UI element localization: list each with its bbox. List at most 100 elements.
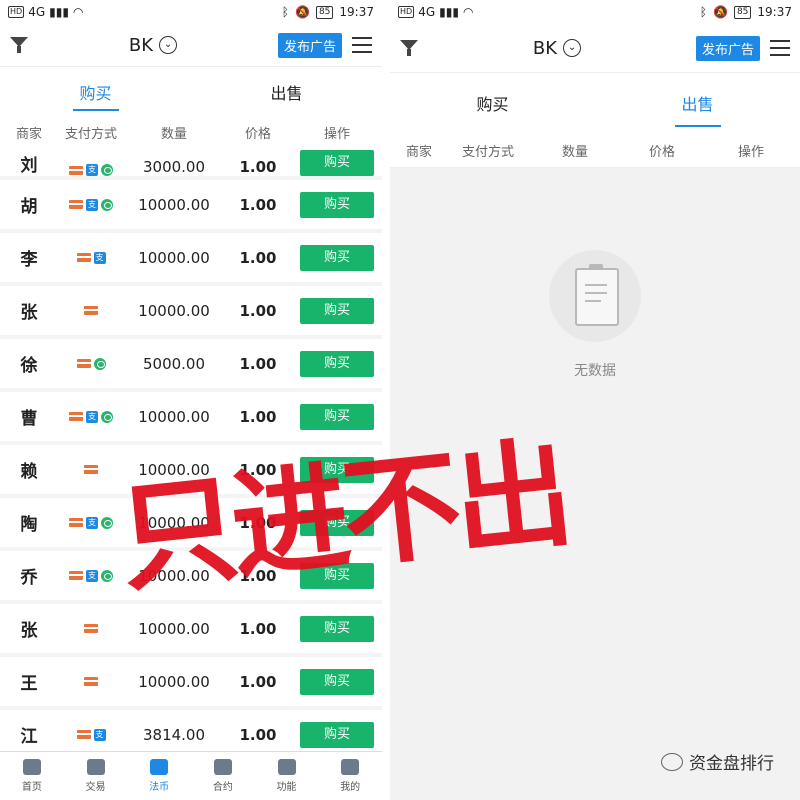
tab-buy[interactable]: 购买 bbox=[0, 67, 191, 117]
price: 1.00 bbox=[239, 302, 277, 320]
tab-sell[interactable]: 出售 bbox=[595, 73, 800, 133]
table-row: 徐 5000.00 1.00 购买 bbox=[0, 339, 382, 388]
alipay-icon: 支 bbox=[93, 728, 106, 741]
nav-item[interactable]: 功能 bbox=[255, 752, 319, 800]
price: 1.00 bbox=[239, 567, 277, 585]
wechat-pay-icon bbox=[93, 357, 106, 370]
payment-methods: 支 bbox=[58, 251, 124, 264]
nav-item[interactable]: 首页 bbox=[0, 752, 64, 800]
quantity: 10000.00 bbox=[138, 302, 210, 320]
alipay-icon: 支 bbox=[86, 198, 98, 211]
quantity: 10000.00 bbox=[138, 249, 210, 267]
buy-button[interactable]: 购买 bbox=[300, 244, 374, 271]
bank-card-icon bbox=[69, 165, 83, 175]
nav-label: 交易 bbox=[85, 782, 106, 793]
publish-ad-button[interactable]: 发布广告 bbox=[695, 35, 760, 61]
bank-card-icon bbox=[76, 253, 91, 262]
col-quantity: 数量 bbox=[160, 126, 187, 142]
tab-buy[interactable]: 购买 bbox=[390, 73, 595, 133]
signal-text: 4G bbox=[418, 5, 436, 19]
nav-item[interactable]: 我的 bbox=[318, 752, 382, 800]
alipay-icon: 支 bbox=[86, 410, 98, 423]
nav-item[interactable]: 合约 bbox=[191, 752, 255, 800]
nav-item[interactable]: 法币 bbox=[127, 752, 191, 800]
quantity: 10000.00 bbox=[138, 620, 210, 638]
battery-icon: 85 bbox=[733, 5, 752, 19]
alipay-icon: 支 bbox=[86, 516, 98, 529]
table-row: 王 10000.00 1.00 购买 bbox=[0, 657, 382, 706]
trade-tabs: 购买 出售 bbox=[390, 72, 800, 133]
bluetooth-icon: ᛒ bbox=[699, 5, 707, 19]
price: 1.00 bbox=[239, 408, 277, 426]
column-header: 商家 支付方式 数量 价格 操作 bbox=[0, 117, 382, 148]
hd-badge: HD bbox=[8, 6, 25, 18]
divider bbox=[382, 0, 390, 800]
nav-label: 法币 bbox=[149, 782, 170, 793]
status-bar: HD 4G ▮▮▮ ◠ ᛒ 🔕 85 19:37 bbox=[390, 0, 800, 24]
menu-icon[interactable] bbox=[769, 40, 790, 56]
bank-card-icon bbox=[76, 359, 91, 368]
bank-card-icon bbox=[84, 624, 98, 633]
price: 1.00 bbox=[239, 673, 277, 691]
bank-card-icon bbox=[69, 412, 83, 421]
merchant-name: 刘 bbox=[20, 156, 38, 176]
currency-selector[interactable]: BK ⌄ bbox=[129, 35, 178, 56]
offer-list[interactable]: 刘支 3000.00 1.00 购买胡支 10000.00 1.00 购买李支 10000.0… bbox=[0, 146, 382, 752]
signal-icon: ▮▮▮ bbox=[439, 5, 459, 19]
bottom-nav: 首页 交易 法币 合约 功能 我的 bbox=[0, 751, 382, 800]
merchant-name: 王 bbox=[20, 674, 38, 694]
merchant-name: 陶 bbox=[20, 515, 38, 535]
tab-sell[interactable]: 出售 bbox=[191, 67, 382, 117]
buy-button[interactable]: 购买 bbox=[300, 668, 374, 695]
table-row: 李 支 10000.00 1.00 购买 bbox=[0, 233, 382, 282]
payment-methods bbox=[58, 624, 124, 633]
payment-methods bbox=[58, 677, 124, 686]
quantity: 10000.00 bbox=[138, 408, 210, 426]
payment-methods bbox=[58, 465, 124, 474]
buy-button[interactable]: 购买 bbox=[300, 191, 374, 218]
quantity: 5000.00 bbox=[142, 355, 206, 373]
merchant-name: 乔 bbox=[20, 568, 38, 588]
quantity: 3814.00 bbox=[142, 726, 206, 744]
price: 1.00 bbox=[239, 355, 277, 373]
buy-button[interactable]: 购买 bbox=[300, 150, 374, 176]
buy-button[interactable]: 购买 bbox=[300, 615, 374, 642]
quantity: 10000.00 bbox=[138, 567, 210, 585]
table-row: 胡 支 10000.00 1.00 购买 bbox=[0, 180, 382, 229]
table-row: 曹 支 10000.00 1.00 购买 bbox=[0, 392, 382, 441]
filter-icon[interactable] bbox=[400, 40, 418, 56]
wechat-pay-icon bbox=[101, 198, 113, 211]
nav-item[interactable]: 交易 bbox=[64, 752, 128, 800]
bank-card-icon bbox=[84, 677, 98, 686]
buy-button[interactable]: 购买 bbox=[300, 456, 374, 483]
publish-ad-button[interactable]: 发布广告 bbox=[277, 32, 342, 58]
buy-button[interactable]: 购买 bbox=[300, 297, 374, 324]
sell-screen: HD 4G ▮▮▮ ◠ ᛒ 🔕 85 19:37 BK ⌄ 发布广告 购买 出售… bbox=[390, 0, 800, 800]
wechat-pay-icon bbox=[101, 516, 113, 529]
nav-label: 我的 bbox=[340, 782, 361, 793]
wechat-pay-icon bbox=[101, 410, 113, 423]
home-icon bbox=[22, 759, 41, 775]
buy-button[interactable]: 购买 bbox=[300, 350, 374, 377]
filter-icon[interactable] bbox=[10, 37, 28, 53]
buy-button[interactable]: 购买 bbox=[300, 403, 374, 430]
merchant-name: 曹 bbox=[20, 409, 38, 429]
currency-selector[interactable]: BK ⌄ bbox=[533, 38, 582, 59]
menu-icon[interactable] bbox=[351, 37, 372, 53]
bank-card-icon bbox=[84, 465, 98, 474]
fiat-icon bbox=[150, 759, 169, 775]
payment-methods: 支 bbox=[58, 569, 124, 582]
trade-tabs: 购买 出售 bbox=[0, 66, 382, 117]
bluetooth-icon: ᛒ bbox=[281, 5, 289, 19]
buy-button[interactable]: 购买 bbox=[300, 562, 374, 589]
buy-button[interactable]: 购买 bbox=[300, 721, 374, 748]
table-row: 江 支 3814.00 1.00 购买 bbox=[0, 710, 382, 752]
buy-button[interactable]: 购买 bbox=[300, 509, 374, 536]
clock: 19:37 bbox=[339, 5, 374, 19]
watermark-text: 资金盘排行 bbox=[689, 754, 774, 774]
col-payment: 支付方式 bbox=[64, 126, 117, 142]
wechat-icon bbox=[661, 752, 683, 771]
col-action: 操作 bbox=[323, 126, 350, 142]
hd-badge: HD bbox=[398, 6, 415, 18]
battery-icon: 85 bbox=[315, 5, 334, 19]
